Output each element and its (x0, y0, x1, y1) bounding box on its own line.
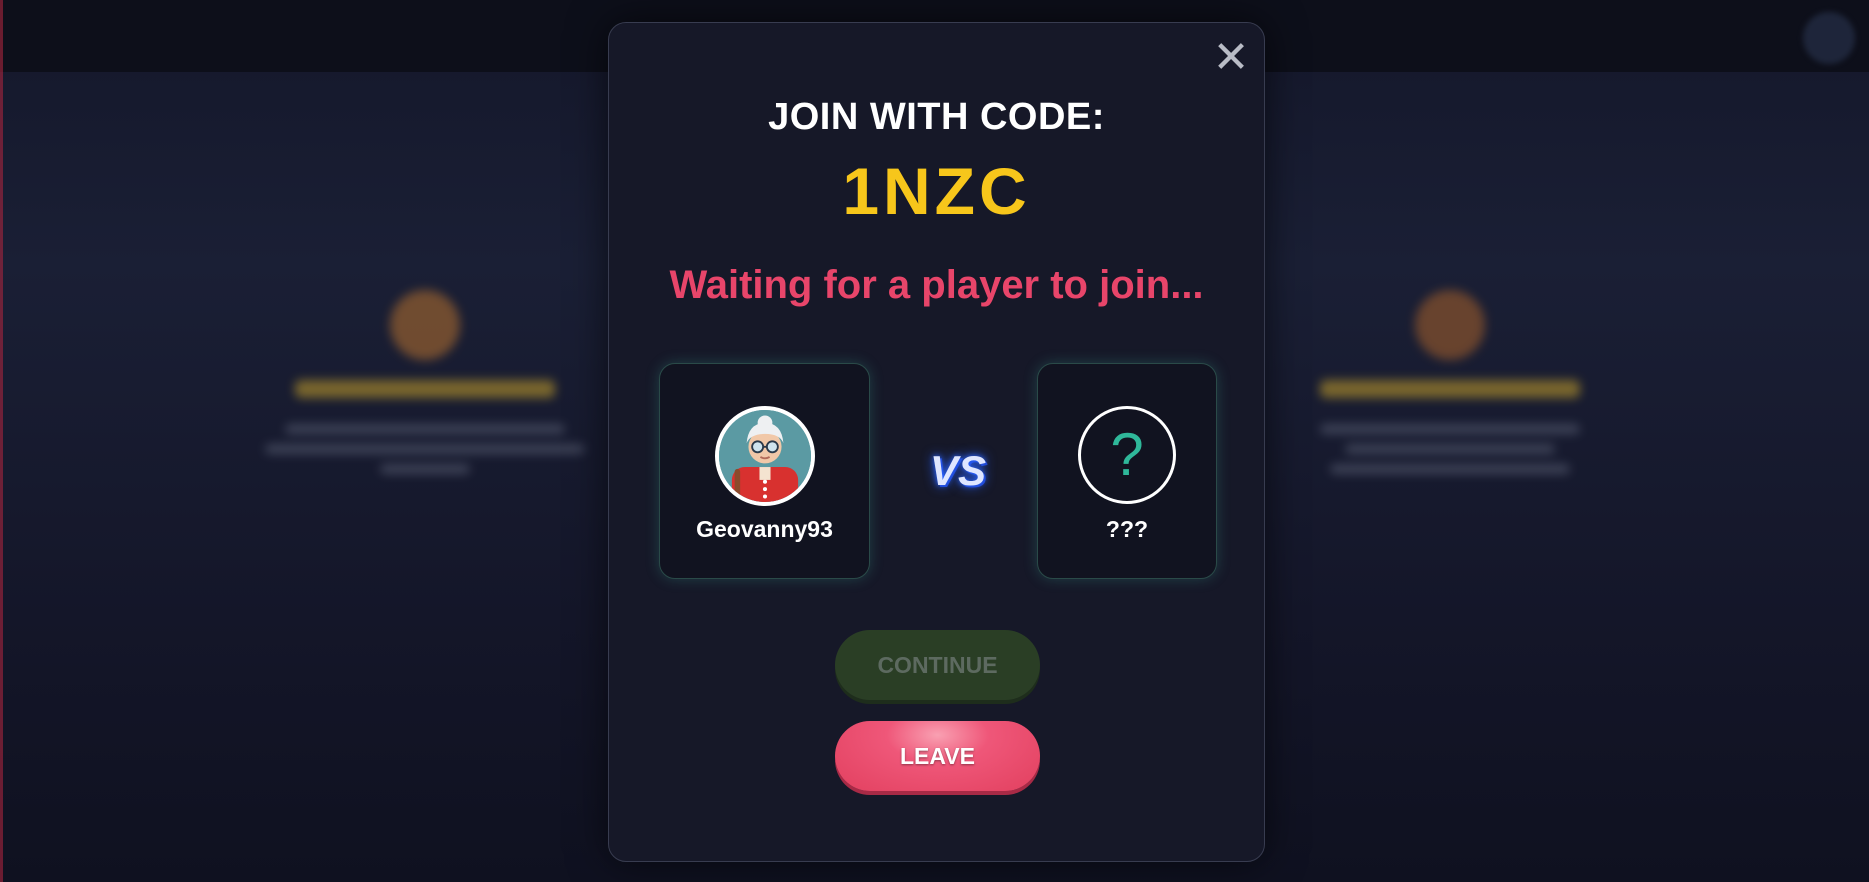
host-player-card: Geovanny93 (659, 363, 870, 579)
background-card-title (1320, 380, 1580, 398)
question-mark-icon: ? (1078, 406, 1176, 504)
background-card-line (265, 444, 585, 454)
grandma-avatar (714, 406, 815, 506)
background-card-line (1345, 444, 1555, 454)
host-player-name: Geovanny93 (696, 516, 833, 542)
background-card-line (380, 464, 470, 474)
background-card-right (1280, 230, 1620, 560)
opponent-player-card: ? ??? (1037, 363, 1217, 579)
close-icon[interactable]: ✕ (1210, 36, 1252, 80)
modal-title: JOIN WITH CODE: (768, 96, 1105, 138)
background-card-line (1320, 424, 1580, 434)
join-code: 1NZC (842, 154, 1031, 228)
opponent-player-name: ??? (1105, 516, 1149, 542)
join-code-modal: ✕ JOIN WITH CODE: 1NZC Waiting for a pla… (608, 22, 1265, 862)
continue-button[interactable]: CONTINUE (835, 630, 1040, 700)
leave-button[interactable]: LEAVE (835, 721, 1040, 791)
left-accent-strip (0, 0, 3, 882)
background-card-title (295, 380, 555, 398)
background-coin-icon (1415, 290, 1485, 360)
background-user-icon (390, 290, 460, 360)
background-card-line (1330, 464, 1570, 474)
grandma-avatar-icon (718, 410, 811, 502)
background-card-line (285, 424, 565, 434)
versus-label: VS (929, 447, 987, 494)
background-card-left (255, 230, 595, 560)
waiting-status: Waiting for a player to join... (669, 263, 1204, 307)
account-avatar (1803, 12, 1855, 64)
